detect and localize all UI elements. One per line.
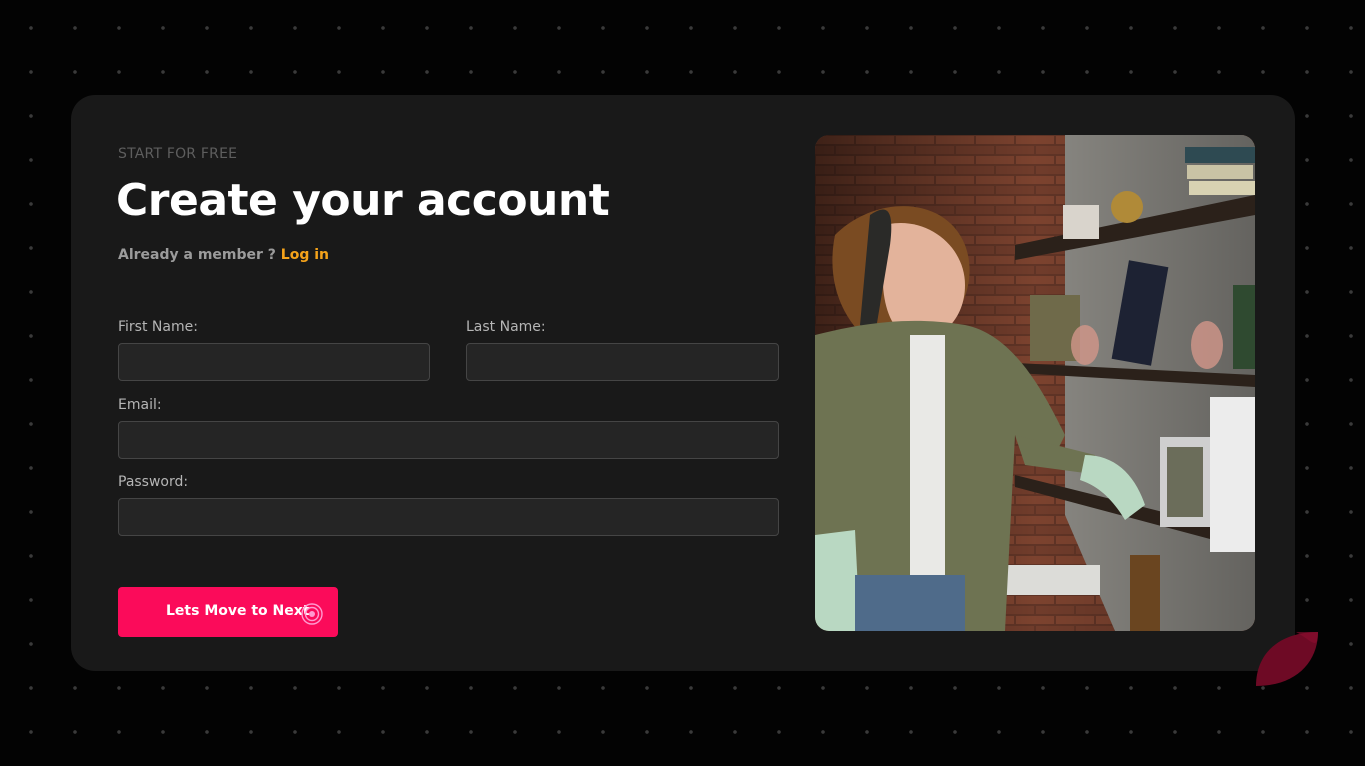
signup-card: START FOR FREE Create your account Alrea… <box>71 95 1295 671</box>
password-input[interactable] <box>118 498 779 536</box>
woman-arranging-shelf-photo <box>815 135 1255 631</box>
email-input[interactable] <box>118 421 779 459</box>
last-name-input[interactable] <box>466 343 779 381</box>
password-label: Password: <box>118 474 189 490</box>
member-prompt-text: Already a member ? <box>118 247 276 263</box>
ripple-icon <box>301 603 323 625</box>
member-prompt: Already a member ? Log in <box>118 247 329 263</box>
first-name-label: First Name: <box>118 319 198 335</box>
photo-illustration <box>815 135 1255 631</box>
email-label: Email: <box>118 397 162 413</box>
last-name-label: Last Name: <box>466 319 546 335</box>
first-name-input[interactable] <box>118 343 430 381</box>
page-title: Create your account <box>116 175 610 226</box>
decorative-blob-icon <box>1256 632 1318 686</box>
next-button[interactable]: Lets Move to Next <box>118 587 338 637</box>
next-button-label: Lets Move to Next <box>166 603 310 619</box>
login-link[interactable]: Log in <box>281 247 329 263</box>
eyebrow-text: START FOR FREE <box>118 146 238 162</box>
